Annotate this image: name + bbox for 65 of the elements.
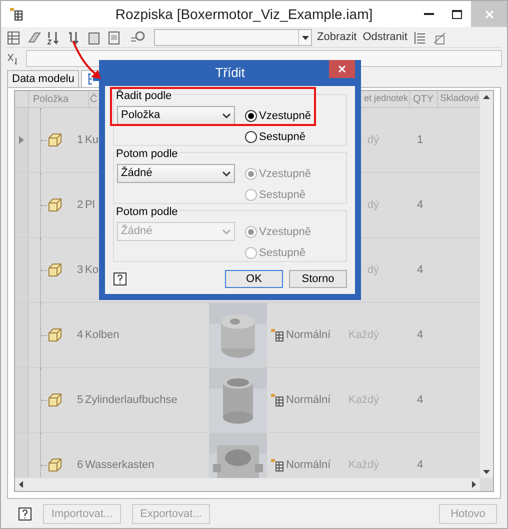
minimize-icon [424, 13, 434, 15]
table-cell-text: Pl [85, 198, 95, 213]
cube-icon [47, 197, 63, 213]
column-header[interactable]: QTY [410, 91, 438, 107]
table-cell-text: 4 [416, 328, 424, 343]
dropdown[interactable]: Položka [117, 106, 235, 125]
structure-icon [270, 393, 284, 407]
table-cell-text: Normální [286, 458, 331, 473]
table-cell-text: 1 [76, 132, 84, 148]
help-icon[interactable] [113, 272, 127, 286]
app-icon [9, 7, 23, 21]
group-label: Potom podle [115, 146, 179, 162]
table-cell-text: Normální [286, 392, 331, 408]
table-cell-text: 1 [416, 132, 424, 148]
radio-button[interactable]: Vzestupně [245, 108, 311, 124]
table-cell-text: 4 [416, 458, 424, 473]
radio-button[interactable]: Sestupně [245, 128, 311, 145]
cube-icon [47, 132, 63, 148]
table-cell-text: Ku [85, 132, 98, 148]
table-cell-text: 6 [76, 458, 84, 473]
cube-icon [47, 457, 63, 473]
chevron-icon [222, 112, 231, 118]
column-header[interactable]: Skladové [438, 91, 480, 107]
table-cell-text: Normální [286, 328, 331, 343]
table-cell-text: Kolben [85, 328, 120, 343]
document-icon[interactable] [106, 30, 122, 46]
help-icon[interactable] [18, 507, 32, 521]
dialog-button[interactable]: Storno [289, 270, 347, 288]
table-cell-text: Wasserkasten [85, 458, 154, 473]
table-cell-text: 4 [76, 328, 84, 343]
horizontal-scrollbar[interactable] [15, 478, 480, 491]
group-label: Potom podle [115, 204, 179, 220]
chevron-icon [222, 170, 231, 176]
caret-icon [302, 36, 308, 40]
cube-icon [47, 262, 63, 278]
dropdown[interactable]: Žádné [117, 164, 235, 183]
tab[interactable]: Data modelu [7, 70, 80, 87]
document-icon[interactable] [86, 30, 102, 46]
close-icon [338, 65, 346, 73]
table-cell-text: 3 [76, 262, 84, 278]
dialog-button[interactable]: OK [225, 270, 283, 288]
row-pointer-icon [19, 136, 24, 144]
close-icon [484, 10, 494, 18]
table-cell-text: 2 [76, 198, 84, 213]
toolbar-button[interactable]: Odstranit [362, 29, 408, 46]
structure-icon [270, 458, 284, 472]
dialog-title: Třídit [215, 64, 245, 82]
column-header[interactable]: et jednotek [364, 92, 408, 106]
cube-icon [47, 327, 63, 343]
close-button[interactable] [329, 60, 355, 78]
table-cell-text: 4 [416, 262, 424, 278]
window-title: Rozpiska [Boxermotor_Viz_Example.iam] [115, 4, 373, 24]
maximize-icon [452, 10, 462, 18]
table-cell-text: 4 [416, 392, 424, 408]
table-cell-text: Ko [85, 262, 98, 278]
cube-icon [47, 392, 63, 408]
structure-icon [270, 328, 284, 342]
table-cell-text: 5 [76, 392, 84, 408]
toolbar-button[interactable]: Zobrazit [316, 29, 358, 46]
chevron-icon [222, 228, 231, 234]
table-cell-text: Zylinderlaufbuchse [85, 392, 178, 408]
column-header[interactable]: Položka [29, 91, 89, 107]
vertical-scrollbar[interactable] [480, 91, 493, 478]
table-icon[interactable] [6, 30, 22, 46]
table-cell-text: 4 [416, 198, 424, 213]
